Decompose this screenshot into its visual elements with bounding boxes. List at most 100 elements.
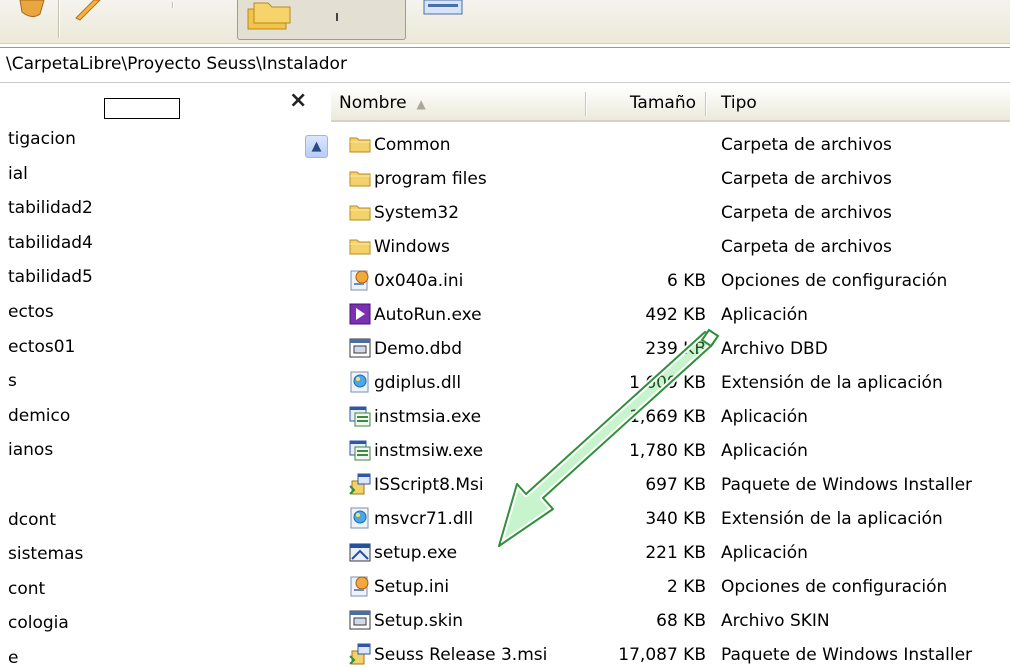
file-size: 6 KB xyxy=(666,271,706,291)
folder-tree-item[interactable]: cont xyxy=(0,572,300,607)
file-size: 1,780 KB xyxy=(629,441,706,461)
file-type: Paquete de Windows Installer xyxy=(721,645,973,665)
folder-tree: tigacion ial tabilidad2 tabilidad4 tabilidad… xyxy=(0,122,300,668)
file-row[interactable]: Setup.skin 68 KB Archivo SKIN xyxy=(331,604,1010,638)
folder-tree-item[interactable]: ianos xyxy=(0,433,300,468)
file-row[interactable]: msvcr71.dll 340 KB Extensión de la aplicac… xyxy=(331,502,1010,536)
autorun-app-icon xyxy=(349,303,371,325)
folder-tree-item[interactable]: ial xyxy=(0,157,300,192)
file-type: Aplicación xyxy=(721,543,808,563)
file-size: 1,609 KB xyxy=(629,373,706,393)
views-icon[interactable] xyxy=(423,0,463,40)
file-name: 0x040a.ini xyxy=(374,271,464,291)
file-name: instmsia.exe xyxy=(374,407,482,427)
file-type: Carpeta de archivos xyxy=(721,203,892,223)
column-type-header[interactable]: Tipo xyxy=(721,86,757,120)
column-divider[interactable] xyxy=(585,92,586,116)
file-row[interactable]: Setup.ini 2 KB Opciones de configuración xyxy=(331,570,1010,604)
file-type: Extensión de la aplicación xyxy=(721,509,943,529)
file-row[interactable]: Windows Carpeta de archivos xyxy=(331,230,1010,264)
toolbar xyxy=(0,0,1010,44)
file-name: ISScript8.Msi xyxy=(374,475,484,495)
file-name: Seuss Release 3.msi xyxy=(374,645,548,665)
folder-tree-item[interactable]: demico xyxy=(0,399,300,434)
file-row[interactable]: Demo.dbd 239 KB Archivo DBD xyxy=(331,332,1010,366)
column-header: Nombre ▲ Tamaño Tipo xyxy=(331,86,1010,122)
folder-icon xyxy=(349,133,371,155)
folder-pane-title-box xyxy=(104,98,180,119)
folder-pane: × tigacion ial tabilidad2 tabilidad4 tabilid… xyxy=(0,86,331,668)
column-size-label: Tamaño xyxy=(629,93,696,113)
folders-button[interactable] xyxy=(237,0,406,40)
column-divider[interactable] xyxy=(705,92,706,116)
folder-tree-item[interactable]: tigacion xyxy=(0,122,300,157)
file-name: setup.exe xyxy=(374,543,458,563)
sort-ascending-icon: ▲ xyxy=(416,97,426,111)
folder-tree-item[interactable]: ectos xyxy=(0,295,300,330)
installer-exe-icon xyxy=(349,405,371,427)
file-size: 697 KB xyxy=(645,475,706,495)
file-row[interactable]: instmsiw.exe 1,780 KB Aplicación xyxy=(331,434,1010,468)
file-name: Setup.skin xyxy=(374,611,464,631)
file-size: 1,669 KB xyxy=(629,407,706,427)
toolbar-pencil-icon[interactable] xyxy=(72,0,102,40)
folder-pane-header: × xyxy=(0,86,331,122)
file-row[interactable]: program files Carpeta de archivos xyxy=(331,162,1010,196)
folder-tree-item[interactable]: e xyxy=(0,641,300,668)
file-row[interactable]: AutoRun.exe 492 KB Aplicación xyxy=(331,298,1010,332)
file-row[interactable]: Common Carpeta de archivos xyxy=(331,128,1010,162)
ini-file-icon xyxy=(349,575,371,597)
close-icon[interactable]: × xyxy=(289,88,307,113)
column-name-header[interactable]: Nombre ▲ xyxy=(339,86,426,120)
file-name: instmsiw.exe xyxy=(374,441,484,461)
file-name: System32 xyxy=(374,203,460,223)
folder-tree-item[interactable]: tabilidad2 xyxy=(0,191,300,226)
dll-file-icon xyxy=(349,371,371,393)
file-size: 221 KB xyxy=(645,543,706,563)
file-type: Carpeta de archivos xyxy=(721,135,892,155)
msi-package-icon xyxy=(349,473,371,495)
address-bar[interactable]: \CarpetaLibre\Proyecto Seuss\Instalador xyxy=(0,47,1010,83)
toolbar-back-icon[interactable] xyxy=(18,0,48,40)
file-name: program files xyxy=(374,169,487,189)
file-row[interactable]: gdiplus.dll 1,609 KB Extensión de la aplic… xyxy=(331,366,1010,400)
file-row[interactable]: 0x040a.ini 6 KB Opciones de configuración xyxy=(331,264,1010,298)
file-type: Paquete de Windows Installer xyxy=(721,475,973,495)
folder-tree-item[interactable]: cologia xyxy=(0,606,300,641)
folder-tree-item[interactable] xyxy=(0,468,300,503)
column-size-header[interactable]: Tamaño xyxy=(592,86,696,120)
file-name: Demo.dbd xyxy=(374,339,462,359)
file-row[interactable]: Seuss Release 3.msi 17,087 KB Paquete de W… xyxy=(331,638,1010,668)
folder-tree-item[interactable]: tabilidad4 xyxy=(0,226,300,261)
file-row[interactable]: System32 Carpeta de archivos xyxy=(331,196,1010,230)
file-name: Windows xyxy=(374,237,450,257)
toolbar-separator xyxy=(58,0,59,38)
file-name: Common xyxy=(374,135,451,155)
folder-icon xyxy=(349,235,371,257)
file-type: Carpeta de archivos xyxy=(721,169,892,189)
column-name-label: Nombre xyxy=(339,93,407,113)
file-type: Extensión de la aplicación xyxy=(721,373,943,393)
folder-tree-item[interactable]: ectos01 xyxy=(0,330,300,365)
file-name: AutoRun.exe xyxy=(374,305,482,325)
scroll-up-icon[interactable]: ▲ xyxy=(305,135,328,158)
folder-tree-item[interactable]: s xyxy=(0,364,300,399)
dll-file-icon xyxy=(349,507,371,529)
file-type: Aplicación xyxy=(721,441,808,461)
folder-tree-item[interactable]: tabilidad5 xyxy=(0,260,300,295)
file-size: 492 KB xyxy=(645,305,706,325)
file-type: Aplicación xyxy=(721,407,808,427)
folder-tree-item[interactable]: sistemas xyxy=(0,537,300,572)
file-size: 68 KB xyxy=(656,611,706,631)
ini-file-icon xyxy=(349,269,371,291)
file-size: 17,087 KB xyxy=(618,645,706,665)
file-type: Carpeta de archivos xyxy=(721,237,892,257)
file-type: Opciones de configuración xyxy=(721,271,948,291)
folder-icon xyxy=(349,201,371,223)
file-row[interactable]: ISScript8.Msi 697 KB Paquete de Windows In… xyxy=(331,468,1010,502)
folder-tree-item[interactable]: dcont xyxy=(0,503,300,538)
file-row[interactable]: setup.exe 221 KB Aplicación xyxy=(331,536,1010,570)
file-row[interactable]: instmsia.exe 1,669 KB Aplicación xyxy=(331,400,1010,434)
file-name: gdiplus.dll xyxy=(374,373,462,393)
window-file-icon xyxy=(349,609,371,631)
